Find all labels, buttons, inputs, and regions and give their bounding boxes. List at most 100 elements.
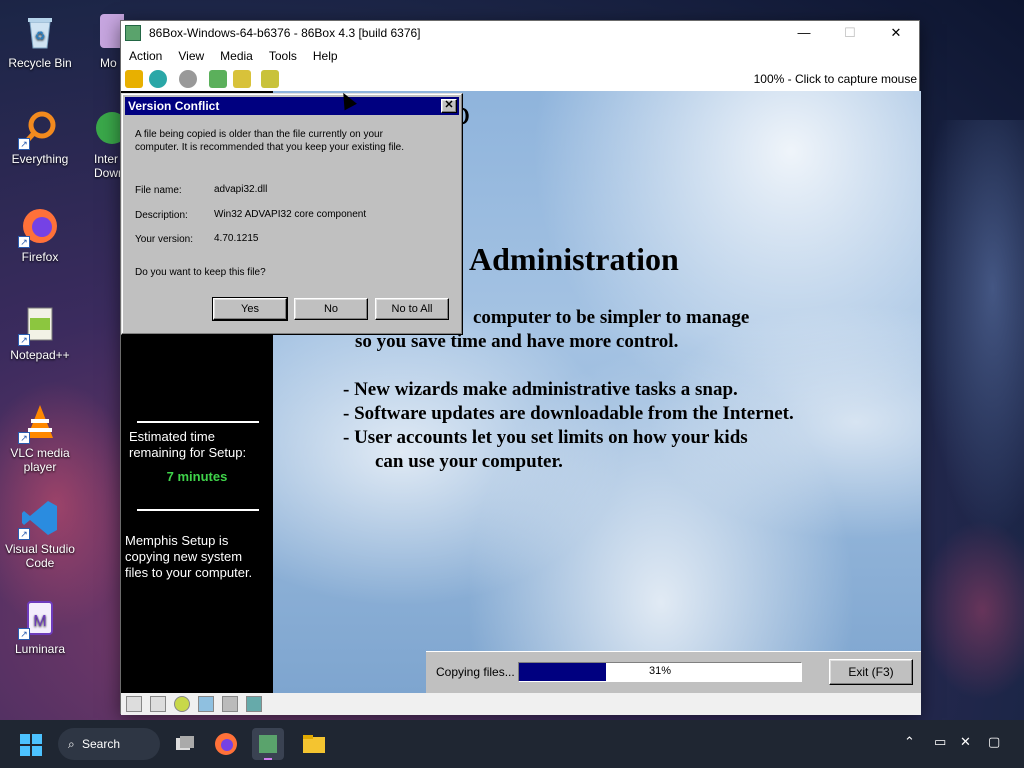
estimate-value: 7 minutes bbox=[166, 469, 228, 484]
toolbar: 100% - Click to capture mouse bbox=[121, 67, 919, 91]
desktop-icon-notepadpp[interactable]: ↗ Notepad++ bbox=[0, 304, 80, 362]
setup-text-line: - New wizards make administrative tasks … bbox=[343, 379, 738, 400]
chevron-up-icon[interactable]: ⌃ bbox=[904, 735, 915, 750]
setup-title: Administration bbox=[469, 241, 679, 277]
menu-tools[interactable]: Tools bbox=[261, 49, 305, 63]
network-icon[interactable] bbox=[198, 696, 214, 712]
setup-text-line: - User accounts let you set limits on ho… bbox=[343, 427, 748, 448]
maximize-button[interactable]: ☐ bbox=[827, 21, 873, 45]
desktop-icon-vscode[interactable]: ↗ Visual Studio Code bbox=[0, 498, 80, 570]
ctrl-alt-esc-icon[interactable] bbox=[233, 70, 251, 88]
firefox-icon: ↗ bbox=[18, 206, 60, 248]
setup-text-line: - Software updates are downloadable from… bbox=[343, 403, 794, 424]
dialog-close-button[interactable]: ✕ bbox=[441, 99, 457, 113]
window-titlebar[interactable]: 86Box-Windows-64-b6376 - 86Box 4.3 [buil… bbox=[121, 21, 919, 45]
desktop-icon-partial[interactable]: Mo bbox=[84, 12, 124, 70]
divider bbox=[137, 421, 259, 423]
86box-taskbar-icon[interactable] bbox=[252, 728, 284, 760]
power-icon[interactable] bbox=[179, 70, 197, 88]
recycle-bin-icon: ♻ bbox=[20, 12, 60, 52]
sound-icon[interactable] bbox=[246, 696, 262, 712]
window-title: 86Box-Windows-64-b6376 - 86Box 4.3 [buil… bbox=[149, 26, 421, 40]
floppy-drive-icon[interactable] bbox=[126, 696, 142, 712]
setup-text-line: computer to be simpler to manage bbox=[473, 307, 750, 328]
taskbar: ⌕ Search ⌃ ▭ ✕ ▢ bbox=[0, 720, 1024, 768]
dialog-message: A file being copied is older than the fi… bbox=[135, 128, 404, 154]
yes-button[interactable]: Yes bbox=[212, 297, 288, 321]
version-conflict-dialog: Version Conflict ✕ A file being copied i… bbox=[121, 93, 463, 335]
svg-text:♻: ♻ bbox=[35, 29, 46, 43]
file-explorer-icon[interactable] bbox=[298, 728, 330, 760]
version-value: 4.70.1215 bbox=[214, 233, 259, 244]
desktop-icon-label: Luminara bbox=[14, 642, 66, 656]
progress-label: Copying files... bbox=[436, 665, 515, 679]
shortcut-arrow-icon: ↗ bbox=[18, 236, 30, 248]
search-icon: ⌕ bbox=[68, 737, 75, 751]
exit-setup-button[interactable]: Exit (F3) bbox=[829, 659, 913, 685]
wallpaper-glow bbox=[920, 120, 1024, 540]
menu-view[interactable]: View bbox=[170, 49, 212, 63]
description-value: Win32 ADVAPI32 core component bbox=[214, 209, 367, 220]
no-to-all-button[interactable]: No to All bbox=[375, 298, 449, 320]
emulated-screen[interactable]: p Administration computer to be simpler … bbox=[121, 91, 921, 693]
menu-action[interactable]: Action bbox=[121, 49, 170, 63]
close-button[interactable]: ✕ bbox=[873, 21, 919, 45]
setup-progress-bar-area: Copying files... 31% Exit (F3) bbox=[426, 651, 921, 693]
pause-icon[interactable] bbox=[125, 70, 143, 88]
shortcut-arrow-icon: ↗ bbox=[18, 628, 30, 640]
floppy-drive-icon[interactable] bbox=[150, 696, 166, 712]
cdrom-icon[interactable] bbox=[174, 696, 190, 712]
notepadpp-icon: ↗ bbox=[18, 304, 60, 346]
desktop-icon-label: Firefox bbox=[21, 250, 59, 264]
desktop-icon-recycle-bin[interactable]: ♻ Recycle Bin bbox=[0, 12, 80, 70]
progress-bar: 31% bbox=[518, 662, 802, 682]
description-label: Description: bbox=[135, 210, 188, 221]
capture-status[interactable]: 100% - Click to capture mouse bbox=[754, 72, 917, 86]
windows-start-icon[interactable] bbox=[20, 734, 42, 756]
vlc-cone-icon: ↗ bbox=[18, 402, 60, 444]
vscode-icon: ↗ bbox=[18, 498, 60, 540]
menu-media[interactable]: Media bbox=[212, 49, 261, 63]
volume-muted-icon[interactable]: ✕ bbox=[960, 735, 971, 750]
desktop-icon-label: Everything bbox=[11, 152, 69, 166]
desktop-icon-partial[interactable]: Inter Down bbox=[84, 108, 124, 180]
desktop-icon-label: VLC media player bbox=[10, 446, 70, 474]
luminara-icon: M ↗ bbox=[18, 598, 60, 640]
dialog-message-line: computer. It is recommended that you kee… bbox=[135, 142, 405, 153]
ctrl-alt-del-icon[interactable] bbox=[209, 70, 227, 88]
notification-icon[interactable]: ▢ bbox=[988, 735, 1000, 750]
task-view-icon[interactable] bbox=[168, 728, 200, 760]
desktop-icon-label: Visual Studio Code bbox=[5, 542, 75, 570]
desktop-icon-label: Inter Down bbox=[94, 152, 124, 180]
taskbar-search[interactable]: ⌕ Search bbox=[58, 728, 160, 760]
desktop-icon-firefox[interactable]: ↗ Firefox bbox=[0, 206, 80, 264]
version-label: Your version: bbox=[135, 234, 193, 245]
search-label: Search bbox=[82, 737, 121, 751]
no-button[interactable]: No bbox=[294, 298, 368, 320]
menu-help[interactable]: Help bbox=[305, 49, 346, 63]
desktop-icon-vlc[interactable]: ↗ VLC media player bbox=[0, 402, 80, 474]
setup-text-line: can use your computer. bbox=[375, 451, 563, 472]
shortcut-arrow-icon: ↗ bbox=[18, 528, 30, 540]
desktop-icon-everything[interactable]: ↗ Everything bbox=[0, 108, 80, 166]
desktop-icon-luminara[interactable]: M ↗ Luminara bbox=[0, 598, 80, 656]
estimate-label: Estimated time remaining for Setup: bbox=[129, 429, 247, 460]
shortcut-arrow-icon: ↗ bbox=[18, 138, 30, 150]
magnifier-icon: ↗ bbox=[18, 108, 60, 150]
hard-disk-icon[interactable] bbox=[222, 696, 238, 712]
minimize-button[interactable]: — bbox=[781, 21, 827, 45]
reset-icon[interactable] bbox=[149, 70, 167, 88]
desktop-icon-label: Recycle Bin bbox=[8, 56, 72, 70]
shortcut-arrow-icon: ↗ bbox=[18, 334, 30, 346]
desktop-icon-label: Mo bbox=[100, 56, 117, 70]
progress-percent: 31% bbox=[648, 665, 672, 677]
settings-icon[interactable] bbox=[261, 70, 279, 88]
wallpaper-glow bbox=[920, 520, 1024, 700]
dialog-question: Do you want to keep this file? bbox=[135, 267, 266, 278]
network-icon[interactable]: ▭ bbox=[934, 735, 946, 750]
dialog-titlebar[interactable]: Version Conflict ✕ bbox=[125, 97, 459, 115]
emulator-window: 86Box-Windows-64-b6376 - 86Box 4.3 [buil… bbox=[120, 20, 921, 715]
firefox-taskbar-icon[interactable] bbox=[210, 728, 242, 760]
86box-app-icon bbox=[125, 25, 141, 41]
copying-info: Memphis Setup is copying new system file… bbox=[125, 533, 253, 580]
